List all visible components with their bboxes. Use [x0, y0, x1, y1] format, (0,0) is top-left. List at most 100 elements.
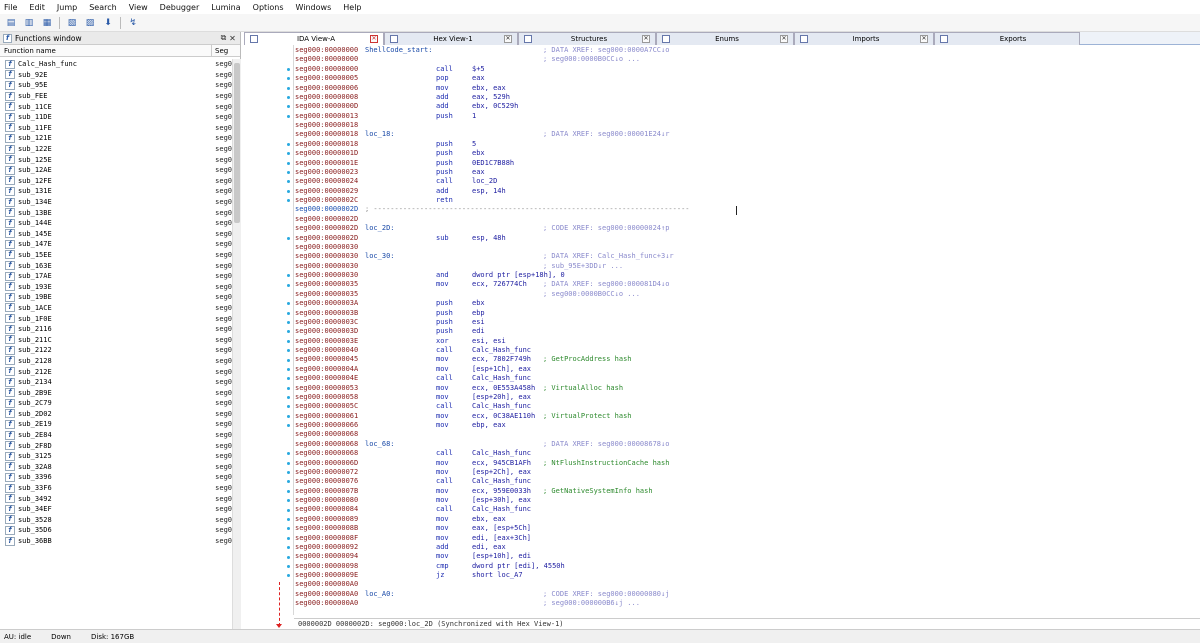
menu-view[interactable]: View — [129, 3, 148, 12]
disasm-line[interactable]: seg000:00000076 call Calc_Hash_func — [295, 477, 1195, 486]
operands[interactable]: [esp+2Ch], eax — [472, 468, 531, 477]
breakpoint-marker-icon[interactable] — [287, 77, 290, 81]
function-row[interactable]: f sub_19BE seg0 — [0, 292, 232, 303]
function-row[interactable]: f sub_15EE seg0 — [0, 250, 232, 261]
function-row[interactable]: f sub_11DE seg0 — [0, 112, 232, 123]
operands[interactable]: ebp, eax — [472, 421, 506, 430]
disasm-line[interactable]: seg000:00000018 push 5 — [295, 140, 1195, 149]
disasm-line[interactable]: seg000:0000003D push edi — [295, 327, 1195, 336]
operands[interactable]: loc_2D — [472, 177, 497, 186]
disasm-line[interactable]: seg000:0000003B push ebp — [295, 309, 1195, 318]
disasm-line[interactable]: seg000:0000008F mov edi, [eax+3Ch] — [295, 534, 1195, 543]
function-row[interactable]: f sub_2E19 seg0 — [0, 419, 232, 430]
function-row[interactable]: f sub_3528 seg0 — [0, 515, 232, 526]
operands[interactable]: ecx, 0E553A458h — [472, 384, 535, 393]
disasm-line[interactable]: seg000:0000002D ; -----------------------… — [295, 205, 1195, 214]
operands[interactable]: ecx, 0C38AE110h — [472, 412, 535, 421]
breakpoint-marker-icon[interactable] — [287, 518, 290, 521]
ida-view-disassembly[interactable]: seg000:00000000 ShellCode_start: ; DATA XR… — [244, 45, 1200, 615]
function-row[interactable]: f sub_145E seg0 — [0, 229, 232, 240]
breakpoint-marker-icon[interactable] — [287, 67, 290, 71]
function-row[interactable]: f sub_32A8 seg0 — [0, 462, 232, 473]
code-label[interactable]: loc_2D: — [365, 224, 395, 233]
breakpoint-marker-icon[interactable] — [287, 367, 290, 371]
disasm-line[interactable]: seg000:0000009E jz short loc_A7 — [295, 571, 1195, 580]
function-row[interactable]: f sub_12AE seg0 — [0, 165, 232, 176]
function-row[interactable]: f sub_144E seg0 — [0, 218, 232, 229]
operands[interactable]: Calc_Hash_func — [472, 374, 531, 383]
breakpoint-marker-icon[interactable] — [287, 414, 290, 418]
disasm-line[interactable]: seg000:00000000 call $+5 — [295, 65, 1195, 74]
operands[interactable]: ecx, 945CB1AFh — [472, 459, 531, 468]
function-row[interactable]: f sub_92E seg0 — [0, 70, 232, 81]
menu-edit[interactable]: Edit — [29, 3, 45, 12]
operands[interactable]: eax — [472, 168, 485, 177]
breakpoint-marker-icon[interactable] — [287, 536, 290, 540]
breakpoint-marker-icon[interactable] — [287, 527, 290, 531]
operands[interactable]: Calc_Hash_func — [472, 346, 531, 355]
disasm-line[interactable]: seg000:00000080 mov [esp+30h], eax — [295, 496, 1195, 505]
disasm-line[interactable]: seg000:00000006 mov ebx, eax — [295, 84, 1195, 93]
column-header-segment[interactable]: Seg — [212, 47, 228, 55]
disasm-line[interactable]: seg000:00000094 mov [esp+10h], edi — [295, 552, 1195, 561]
breakpoint-marker-icon[interactable] — [287, 574, 290, 578]
operands[interactable]: Calc_Hash_func — [472, 477, 531, 486]
code-label[interactable]: ShellCode_start: — [365, 46, 432, 55]
function-row[interactable]: f sub_122E seg0 — [0, 144, 232, 155]
disasm-line[interactable]: seg000:0000007B mov ecx, 959E0033h ; GetNat… — [295, 487, 1195, 496]
open-icon[interactable]: ▤ — [5, 17, 17, 29]
breakpoint-marker-icon[interactable] — [287, 283, 290, 287]
breakpoint-marker-icon[interactable] — [287, 424, 290, 428]
function-row[interactable]: f sub_2B9E seg0 — [0, 387, 232, 398]
menu-options[interactable]: Options — [253, 3, 284, 12]
xref-comment[interactable]: ; DATA XREF: seg000:00008678↓o — [543, 440, 669, 449]
function-row[interactable]: f sub_163E seg0 — [0, 260, 232, 271]
menu-help[interactable]: Help — [343, 3, 361, 12]
disasm-line[interactable]: seg000:00000092 add edi, eax — [295, 543, 1195, 552]
operands[interactable]: esp, 48h — [472, 234, 506, 243]
disasm-line[interactable]: seg000:00000035 mov ecx, 726774Ch ; DATA XR… — [295, 280, 1195, 289]
xref-comment[interactable]: ; seg000:0000B0CC↓o ... — [543, 290, 640, 299]
disasm-line[interactable]: seg000:0000000D add ebx, 0C529h — [295, 102, 1195, 111]
disasm-line[interactable]: seg000:00000084 call Calc_Hash_func — [295, 505, 1195, 514]
breakpoint-marker-icon[interactable] — [287, 236, 290, 240]
code-label[interactable]: loc_18: — [365, 130, 395, 139]
disasm-line[interactable]: seg000:00000061 mov ecx, 0C38AE110h ; Virtu… — [295, 412, 1195, 421]
disasm-line[interactable]: seg000:00000098 cmp dword ptr [edi], 4550h — [295, 562, 1195, 571]
tab-imports[interactable]: Imports ✕ — [794, 32, 934, 45]
function-row[interactable]: f sub_147E seg0 — [0, 239, 232, 250]
breakpoint-marker-icon[interactable] — [287, 405, 290, 409]
disasm-line[interactable]: seg000:0000004A mov [esp+1Ch], eax — [295, 365, 1195, 374]
debug-icon[interactable]: ↯ — [127, 17, 139, 29]
disasm-line[interactable]: seg000:00000029 add esp, 14h — [295, 187, 1195, 196]
breakpoint-marker-icon[interactable] — [287, 555, 290, 559]
disasm-line[interactable]: seg000:0000002C retn — [295, 196, 1195, 205]
disasm-line[interactable]: seg000:00000005 pop eax — [295, 74, 1195, 83]
breakpoint-marker-icon[interactable] — [287, 170, 290, 174]
operands[interactable]: 0ED1C7B88h — [472, 159, 514, 168]
disasm-line[interactable]: seg000:00000068 call Calc_Hash_func — [295, 449, 1195, 458]
function-row[interactable]: f sub_134E seg0 — [0, 197, 232, 208]
disasm-line[interactable]: seg000:0000001E push 0ED1C7B88h — [295, 159, 1195, 168]
menu-search[interactable]: Search — [89, 3, 116, 12]
function-row[interactable]: f sub_3492 seg0 — [0, 493, 232, 504]
column-header-function-name[interactable]: Function name — [0, 45, 212, 56]
function-row[interactable]: f sub_2122 seg0 — [0, 345, 232, 356]
function-row[interactable]: f sub_2128 seg0 — [0, 356, 232, 367]
disasm-line[interactable]: seg000:00000000 ; seg000:0000B0CC↓o ... — [295, 55, 1195, 64]
disasm-line[interactable]: seg000:0000002D sub esp, 48h — [295, 234, 1195, 243]
function-row[interactable]: f sub_36BB seg0 — [0, 536, 232, 547]
breakpoint-marker-icon[interactable] — [287, 189, 290, 193]
operands[interactable]: ebx, eax — [472, 84, 506, 93]
xref-comment[interactable]: ; CODE XREF: seg000:00000024↑p — [543, 224, 669, 233]
operands[interactable]: ebp — [472, 309, 485, 318]
disasm-line[interactable]: seg000:00000013 push 1 — [295, 112, 1195, 121]
disasm-line[interactable]: seg000:000000A0 — [295, 580, 1195, 589]
disasm-line[interactable]: seg000:00000040 call Calc_Hash_func — [295, 346, 1195, 355]
functions-scrollbar[interactable] — [232, 59, 241, 629]
disasm-line[interactable]: seg000:0000003C push esi — [295, 318, 1195, 327]
function-row[interactable]: f sub_95E seg0 — [0, 80, 232, 91]
close-icon[interactable]: ✕ — [228, 34, 237, 43]
tab-close-icon[interactable]: ✕ — [370, 35, 378, 43]
disasm-line[interactable]: seg000:00000089 mov ebx, eax — [295, 515, 1195, 524]
